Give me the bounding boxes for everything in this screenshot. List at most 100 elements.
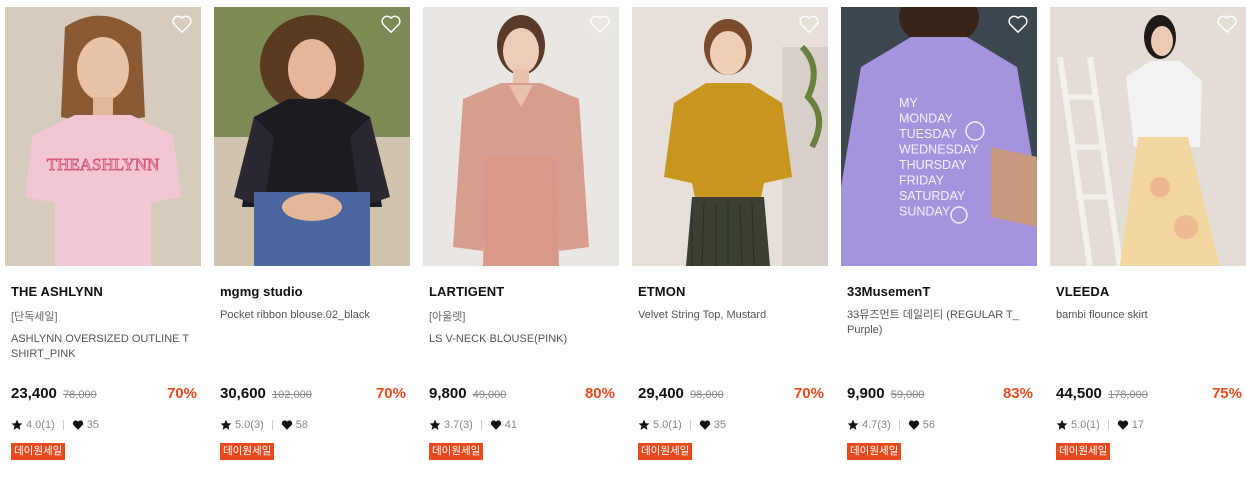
price-value: 44,500	[1056, 385, 1102, 402]
price-value: 30,600	[220, 385, 266, 402]
discount-rate: 83%	[1002, 385, 1033, 402]
star-icon	[847, 419, 859, 431]
wishlist-button[interactable]	[1007, 14, 1029, 34]
product-image[interactable]: MY MONDAY TUESDAY WEDNESDAY THURSDAY FRIDAY SA…	[841, 7, 1037, 266]
product-name[interactable]: Velvet String Top, Mustard	[638, 308, 822, 323]
discount-rate: 70%	[166, 385, 197, 402]
sale-badge: 데이원세일	[220, 443, 275, 460]
discount-rate: 70%	[793, 385, 824, 402]
product-meta: 5.0(3) 58	[220, 419, 308, 431]
wishlist-button[interactable]	[1216, 14, 1238, 34]
rating-value: 5.0(1)	[653, 419, 682, 431]
brand-name[interactable]: 33MusemenT	[847, 284, 930, 299]
garment-print-line: MONDAY	[899, 112, 954, 126]
discount-rate: 80%	[584, 385, 615, 402]
product-meta: 5.0(1) 17	[1056, 419, 1144, 431]
heart-outline-icon	[381, 15, 401, 33]
wishlist-button[interactable]	[171, 14, 193, 34]
divider	[480, 420, 482, 430]
heart-filled-icon	[72, 419, 84, 431]
product-card[interactable]: VLEEDA bambi flounce skirt 44,500 178,00…	[1050, 7, 1246, 477]
heart-outline-icon	[172, 15, 192, 33]
product-meta: 3.7(3) 41	[429, 419, 517, 431]
model-illustration	[214, 7, 410, 266]
garment-print-line: FRIDAY	[899, 174, 945, 188]
likes-count: 58	[295, 419, 308, 431]
original-price: 78,000	[63, 389, 97, 401]
sale-price: 23,400 78,000	[11, 385, 97, 402]
sale-badge: 데이원세일	[638, 443, 693, 460]
product-card[interactable]: MY MONDAY TUESDAY WEDNESDAY THURSDAY FRIDAY SA…	[841, 7, 1037, 477]
heart-filled-icon	[281, 419, 293, 431]
divider	[271, 420, 273, 430]
sale-badge: 데이원세일	[11, 443, 66, 460]
heart-outline-icon	[1008, 15, 1028, 33]
price-value: 9,800	[429, 385, 467, 402]
product-name[interactable]: ASHLYNN OVERSIZED OUTLINE T SHIRT_PINK	[11, 332, 195, 362]
original-price: 98,000	[690, 389, 724, 401]
model-illustration	[423, 7, 619, 266]
product-image[interactable]	[632, 7, 828, 266]
star-icon	[638, 419, 650, 431]
sale-price: 9,800 49,000	[429, 385, 506, 402]
garment-print-line: TUESDAY	[899, 127, 958, 141]
brand-name[interactable]: ETMON	[638, 284, 685, 299]
wishlist-button[interactable]	[589, 14, 611, 34]
brand-name[interactable]: VLEEDA	[1056, 284, 1109, 299]
product-image[interactable]: THEASHLYNN	[5, 7, 201, 266]
rating-value: 3.7(3)	[444, 419, 473, 431]
sale-badge: 데이원세일	[429, 443, 484, 460]
heart-outline-icon	[1217, 15, 1237, 33]
garment-print-line: WEDNESDAY	[899, 143, 979, 157]
product-tag: [아울렛]	[429, 311, 466, 323]
product-name[interactable]: LS V-NECK BLOUSE(PINK)	[429, 332, 613, 347]
garment-print-line: THURSDAY	[899, 158, 967, 172]
star-icon	[11, 419, 23, 431]
product-card[interactable]: ETMON Velvet String Top, Mustard 29,400 …	[632, 7, 828, 477]
rating-value: 4.7(3)	[862, 419, 891, 431]
sale-badge: 데이원세일	[847, 443, 902, 460]
model-illustration: THEASHLYNN	[5, 7, 201, 266]
product-image[interactable]	[1050, 7, 1246, 266]
product-card[interactable]: mgmg studio Pocket ribbon blouse.02_blac…	[214, 7, 410, 477]
rating-value: 5.0(1)	[1071, 419, 1100, 431]
product-image[interactable]	[214, 7, 410, 266]
wishlist-button[interactable]	[380, 14, 402, 34]
price-value: 23,400	[11, 385, 57, 402]
star-icon	[220, 419, 232, 431]
sale-price: 44,500 178,000	[1056, 385, 1148, 402]
likes-count: 35	[713, 419, 726, 431]
divider	[62, 420, 64, 430]
product-meta: 5.0(1) 35	[638, 419, 726, 431]
model-illustration: MY MONDAYTUESDAY WEDNESDAYTHURSDAY FRIDAYSA…	[841, 7, 1037, 266]
likes-count: 35	[86, 419, 99, 431]
product-name[interactable]: bambi flounce skirt	[1056, 308, 1240, 323]
product-card[interactable]: LARTIGENT [아울렛] LS V-NECK BLOUSE(PINK) 9…	[423, 7, 619, 477]
original-price: 59,000	[890, 389, 925, 401]
product-name[interactable]: 33뮤즈먼트 데일리티 (REGULAR T_ Purple)	[847, 308, 1031, 338]
heart-filled-icon	[699, 419, 711, 431]
sale-price: 9,900 59,000	[847, 385, 924, 402]
brand-name[interactable]: LARTIGENT	[429, 284, 504, 299]
model-illustration	[632, 7, 828, 266]
brand-name[interactable]: THE ASHLYNN	[11, 284, 103, 299]
sale-badge: 데이원세일	[1056, 443, 1111, 460]
rating-value: 5.0(3)	[235, 419, 264, 431]
garment-print-line: SUNDAY	[899, 205, 951, 219]
heart-outline-icon	[799, 15, 819, 33]
star-icon	[429, 419, 441, 431]
original-price: 102,000	[272, 389, 312, 401]
sale-price: 30,600 102,000	[220, 385, 312, 402]
product-grid: THEASHLYNN THE ASHLYNN [단독세일] ASHLYNN OV…	[0, 0, 1246, 484]
brand-name[interactable]: mgmg studio	[220, 284, 303, 299]
likes-count: 56	[922, 419, 935, 431]
original-price: 178,000	[1108, 389, 1148, 401]
wishlist-button[interactable]	[798, 14, 820, 34]
product-meta: 4.0(1) 35	[11, 419, 99, 431]
product-image[interactable]	[423, 7, 619, 266]
product-name[interactable]: Pocket ribbon blouse.02_black	[220, 308, 404, 323]
likes-count: 17	[1131, 419, 1144, 431]
price-value: 9,900	[847, 385, 885, 402]
heart-filled-icon	[1117, 419, 1129, 431]
product-card[interactable]: THEASHLYNN THE ASHLYNN [단독세일] ASHLYNN OV…	[5, 7, 201, 477]
